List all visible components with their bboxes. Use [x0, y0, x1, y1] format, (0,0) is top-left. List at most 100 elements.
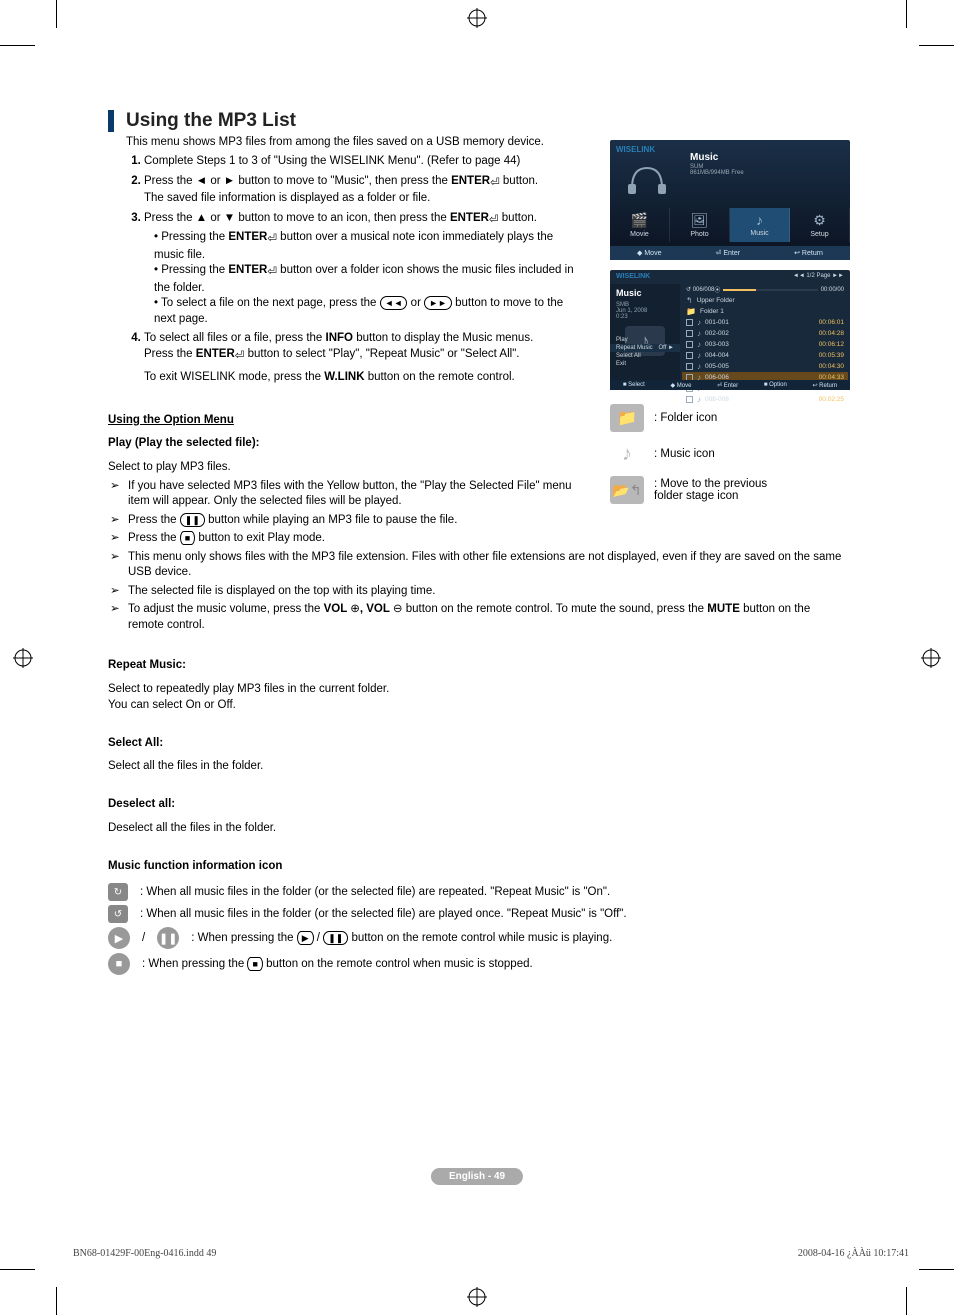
play-circle-icon: ▶: [108, 927, 130, 949]
icon-glyph: ■: [116, 958, 123, 970]
fastfwd-icon: ►►: [424, 296, 452, 310]
row-icon: ♪: [697, 340, 701, 349]
hint: ⏎ Enter: [717, 382, 738, 389]
list-item: ♪001-00100:06:01: [682, 317, 848, 328]
hint-bar: ■ Select ◆ Move ⏎ Enter ■ Option ↩ Retur…: [610, 380, 850, 390]
mf-text: : When all music files in the folder (or…: [140, 908, 627, 920]
sub-bullet: To select a file on the next page, press…: [154, 296, 578, 327]
pause-icon: ❚❚: [323, 931, 348, 945]
step-3: Press the ▲ or ▼ button to move to an ic…: [144, 211, 578, 328]
counter: ↺ 006/008: [686, 286, 714, 293]
page-indicator: ◄◄ 1/2 Page ►►: [793, 273, 844, 279]
crop-mark: [919, 1269, 954, 1270]
option-row: Exit: [610, 360, 680, 368]
list-item: ↰Upper Folder: [682, 295, 848, 306]
wiselink-brand: WISELINK: [616, 273, 650, 280]
opt-value: Off ►: [659, 345, 675, 351]
section-title-bar: Using the MP3 List: [108, 110, 848, 132]
list-item: ♪004-00400:05:39: [682, 350, 848, 361]
legend-row: 📁 : Folder icon: [610, 404, 850, 432]
note: If you have selected MP3 files with the …: [128, 479, 588, 510]
tile-label: Setup: [810, 231, 828, 238]
mf-subheading: Music function information icon: [108, 860, 848, 872]
opt-label: Play: [616, 337, 628, 343]
storage-text: SUM 861MB/994MB Free: [690, 164, 744, 176]
list-item: ♪002-00200:04:28: [682, 328, 848, 339]
icon-glyph: ↻: [114, 887, 122, 898]
repeat-text: Select to repeatedly play MP3 files in t…: [108, 683, 848, 695]
side-meta: SMB Jun 1, 2008 0:23: [610, 302, 680, 320]
hint: ■ Select: [623, 382, 645, 388]
t: This menu only shows files with the MP3 …: [128, 551, 841, 579]
crop-mark: [919, 45, 954, 46]
repeat-on-icon: ↻: [108, 883, 128, 901]
t: button to display the Music menus.: [353, 332, 533, 344]
note: This menu only shows files with the MP3 …: [128, 550, 848, 581]
t: Pressing the: [161, 231, 228, 243]
hint: ↩ Return: [794, 249, 823, 257]
stop-icon: ■: [247, 957, 262, 971]
note: Press the ■ button to exit Play mode.: [128, 531, 848, 547]
deselect-subheading: Deselect all:: [108, 798, 848, 810]
t: If you have selected MP3 files with the …: [128, 480, 572, 508]
row-icon: 📁: [686, 307, 696, 316]
tiles: 🎬Movie 🖼Photo ♪Music ⚙Setup: [610, 208, 850, 242]
t: button to exit Play mode.: [195, 532, 325, 544]
mf-text: : When pressing the ▶ / ❚❚ button on the…: [191, 931, 612, 945]
row-name: 003-003: [705, 341, 815, 348]
checkbox-icon: [686, 330, 693, 337]
checkbox-icon: [686, 363, 693, 370]
crop-mark: [0, 45, 35, 46]
row-name: 004-004: [705, 352, 815, 359]
t: Press the: [128, 514, 180, 526]
crop-mark: [906, 1287, 907, 1315]
mf-row: ▶ / ❚❚ : When pressing the ▶ / ❚❚ button…: [108, 927, 848, 949]
legend-text: : Move to the previous folder stage icon: [654, 478, 784, 502]
tile-label: Movie: [630, 231, 649, 238]
tile-label: Music: [750, 230, 768, 237]
music-icon: ♪: [730, 212, 789, 228]
enter-label: ENTER: [450, 212, 489, 224]
tile-setup: ⚙Setup: [790, 208, 850, 242]
wlink-label: W.LINK: [324, 371, 364, 383]
t: Press the: [144, 348, 196, 360]
row-duration: 00:02:25: [819, 396, 844, 403]
registration-mark: [13, 648, 33, 668]
note: Press the ❚❚ button while playing an MP3…: [128, 513, 848, 529]
opt-label: Repeat Music: [616, 345, 653, 351]
list-header: ↺ 006/008 ⦿ 00:00/00: [682, 284, 848, 295]
crop-mark: [906, 0, 907, 28]
minus-icon: ⊖: [393, 603, 403, 615]
list-item: ♪008-00800:02:25: [682, 394, 848, 405]
sub-bullet: Pressing the ENTER⏎ button over a folder…: [154, 263, 578, 296]
hint: ↩ Return: [812, 382, 837, 389]
step-text: button.: [499, 212, 537, 224]
crop-mark: [56, 0, 57, 28]
t: To select a file on the next page, press…: [161, 297, 380, 309]
mf-row: ↺ : When all music files in the folder (…: [108, 905, 848, 923]
mf-row: ■ : When pressing the ■ button on the re…: [108, 953, 848, 975]
enter-icon: ⏎: [490, 176, 500, 192]
step-text: Complete Steps 1 to 3 of "Using the WISE…: [144, 155, 520, 167]
row-name: Folder 1: [700, 308, 844, 315]
hint: ◆ Move: [670, 382, 691, 389]
t: button on the remote control when music …: [263, 958, 533, 970]
wiselink-brand: WISELINK: [616, 145, 655, 154]
mf-row: ↻ : When all music files in the folder (…: [108, 883, 848, 901]
enter-label: ENTER: [228, 231, 267, 243]
stop-icon: ■: [180, 531, 195, 545]
legend-text: : Music icon: [654, 448, 715, 460]
row-duration: 00:05:39: [819, 352, 844, 359]
step-text: button.: [500, 175, 538, 187]
row-duration: 00:06:01: [819, 319, 844, 326]
opt-label: Select All: [616, 353, 641, 359]
row-icon: ♪: [697, 362, 701, 371]
row-icon: ♪: [697, 329, 701, 338]
crop-mark: [0, 1269, 35, 1270]
tile-label: Photo: [690, 231, 708, 238]
section-title: Using the MP3 List: [126, 110, 848, 132]
step-4: To select all files or a file, press the…: [144, 331, 578, 386]
option-row: Play: [610, 336, 680, 344]
rewind-icon: ◄◄: [380, 296, 408, 310]
selectall-text: Select all the files in the folder.: [108, 760, 848, 772]
